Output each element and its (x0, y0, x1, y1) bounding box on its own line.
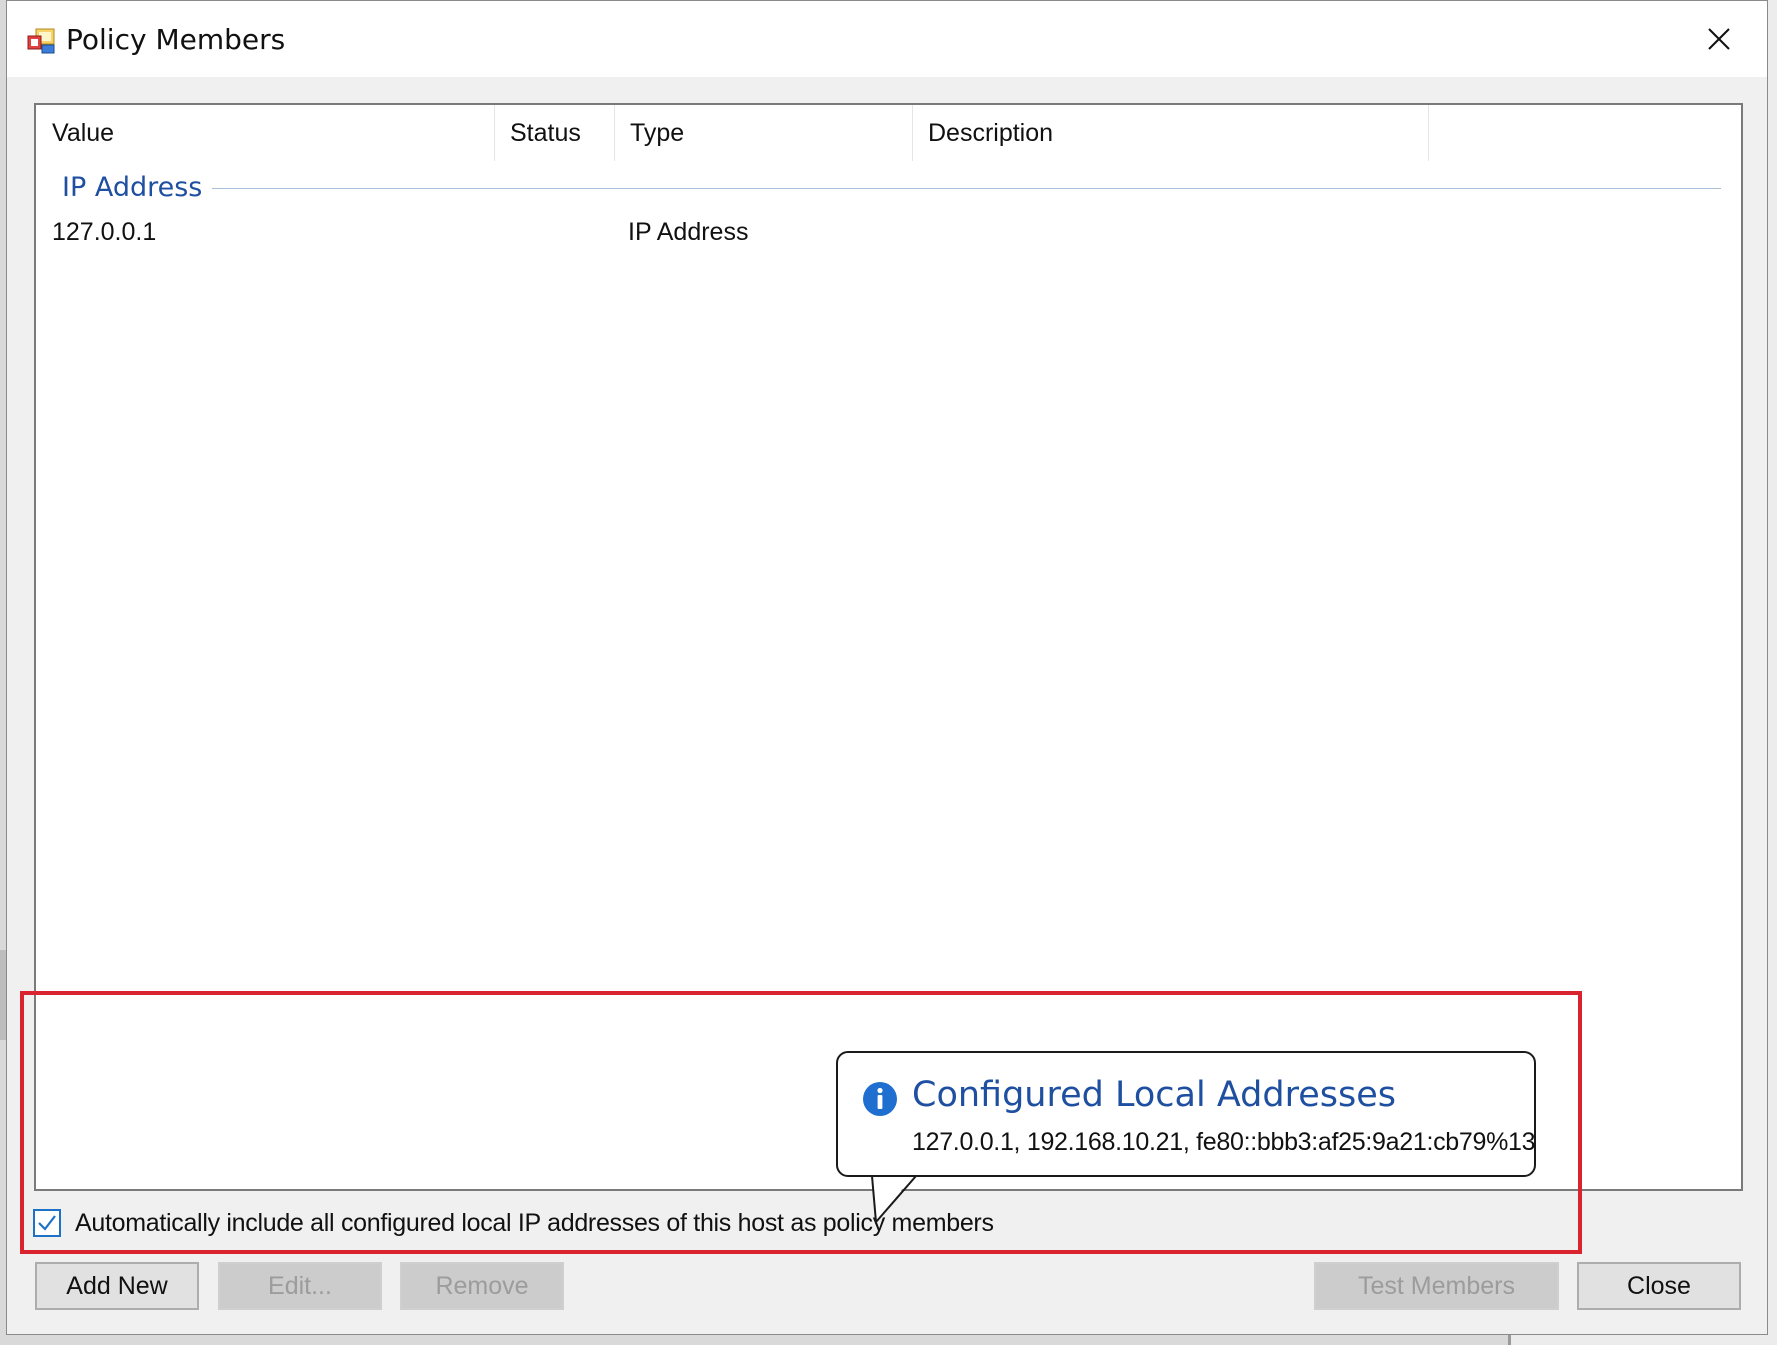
add-new-button[interactable]: Add New (35, 1262, 199, 1310)
tooltip-title: Configured Local Addresses (912, 1075, 1396, 1115)
tooltip-addresses: 127.0.0.1, 192.168.10.21, fe80::bbb3:af2… (912, 1128, 1536, 1156)
column-header-type[interactable]: Type (614, 105, 912, 161)
info-icon (862, 1081, 898, 1117)
auto-include-checkbox[interactable] (33, 1209, 61, 1237)
cell-value: 127.0.0.1 (52, 218, 157, 246)
test-members-button[interactable]: Test Members (1314, 1262, 1559, 1310)
checkmark-icon (38, 1215, 56, 1231)
auto-include-label[interactable]: Automatically include all configured loc… (75, 1209, 994, 1238)
configured-addresses-tooltip: Configured Local Addresses 127.0.0.1, 19… (836, 1051, 1536, 1177)
column-separator[interactable] (1428, 105, 1429, 161)
list-column-headers: Value Status Type Description (36, 105, 1741, 161)
column-header-description[interactable]: Description (912, 105, 1428, 161)
policy-app-icon (27, 28, 57, 54)
group-label-ip-address: IP Address (62, 171, 203, 203)
policy-members-list[interactable]: Value Status Type Description IP Address… (34, 103, 1743, 1191)
column-header-status[interactable]: Status (494, 105, 614, 161)
list-item[interactable]: 127.0.0.1 IP Address (36, 211, 1741, 253)
column-header-value[interactable]: Value (36, 105, 494, 161)
list-group-header[interactable]: IP Address (62, 167, 1721, 207)
tooltip-pointer (871, 1172, 917, 1225)
close-button[interactable]: Close (1577, 1262, 1741, 1310)
remove-button[interactable]: Remove (400, 1262, 564, 1310)
close-icon[interactable] (1689, 13, 1749, 65)
title-bar: Policy Members (7, 1, 1767, 77)
window-title: Policy Members (66, 23, 286, 56)
group-divider (212, 187, 1721, 189)
edit-button[interactable]: Edit... (218, 1262, 382, 1310)
cell-type: IP Address (628, 218, 749, 246)
auto-include-option[interactable]: Automatically include all configured loc… (33, 1207, 994, 1239)
